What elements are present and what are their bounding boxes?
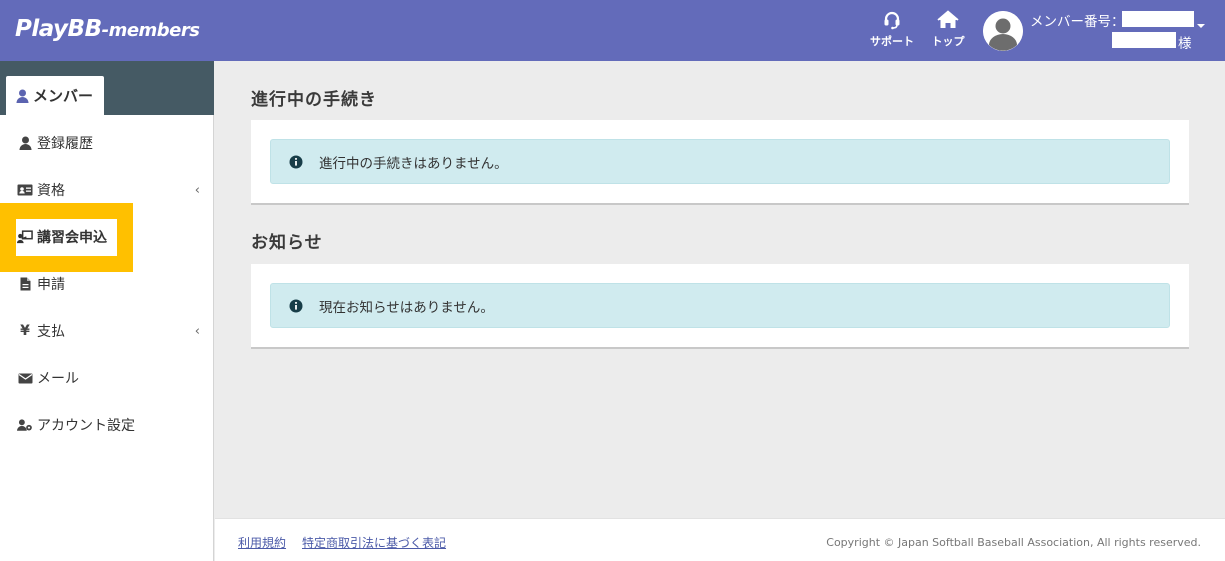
member-number-label: メンバー番号： xyxy=(1030,14,1125,30)
info-circle-icon xyxy=(289,155,303,169)
notices-card: 現在お知らせはありません。 xyxy=(251,264,1189,349)
sidebar-item-account-settings[interactable]: アカウント設定 xyxy=(0,402,214,448)
user-icon xyxy=(17,136,33,150)
honorific: 様 xyxy=(1178,36,1192,52)
sidebar-item-application[interactable]: 申請 xyxy=(0,261,214,307)
sidebar-item-mail[interactable]: メール xyxy=(0,355,214,401)
copyright: Copyright © Japan Softball Baseball Asso… xyxy=(826,536,1201,549)
member-number-redacted xyxy=(1122,11,1194,27)
support-button[interactable]: サポート xyxy=(870,10,914,49)
info-alert: 現在お知らせはありません。 xyxy=(270,283,1170,328)
file-icon xyxy=(17,277,33,291)
site-logo[interactable]: PlayBB-members xyxy=(15,16,200,42)
user-icon xyxy=(16,89,29,103)
footer: 利用規約 特定商取引法に基づく表記 Copyright © Japan Soft… xyxy=(215,518,1225,561)
sidebar-tab-bar: メンバー xyxy=(0,61,214,115)
sidebar: メンバー 登録履歴 資格 ‹ 講習会申込 申請 ¥ 支払 ‹ メール アカウント… xyxy=(0,61,214,561)
chevron-left-icon: ‹ xyxy=(194,183,200,198)
chevron-left-icon: ‹ xyxy=(194,324,200,339)
info-circle-icon xyxy=(289,299,303,313)
section-title-notices: お知らせ xyxy=(251,233,323,253)
chalkboard-teacher-icon xyxy=(17,230,33,244)
main-content: 進行中の手続き 進行中の手続きはありません。 お知らせ 現在お知らせはありません… xyxy=(215,61,1225,518)
account-dropdown-caret[interactable] xyxy=(1197,24,1205,28)
home-button[interactable]: トップ xyxy=(930,10,966,49)
sidebar-item-registration-history[interactable]: 登録履歴 xyxy=(0,120,214,166)
id-card-icon xyxy=(17,184,33,196)
section-title-in-progress: 進行中の手続き xyxy=(251,90,377,110)
sidebar-item-payment[interactable]: ¥ 支払 ‹ xyxy=(0,308,214,354)
sidebar-item-seminar-application[interactable]: 講習会申込 xyxy=(0,214,214,260)
terms-link[interactable]: 利用規約 xyxy=(238,534,286,551)
commercial-transactions-link[interactable]: 特定商取引法に基づく表記 xyxy=(302,534,446,551)
in-progress-card: 進行中の手続きはありません。 xyxy=(251,120,1189,205)
user-cog-icon xyxy=(17,418,33,432)
top-header: PlayBB-members サポート トップ メンバー番号： 様 xyxy=(0,0,1225,61)
home-icon xyxy=(930,10,966,32)
user-avatar-icon xyxy=(983,11,1023,51)
headset-icon xyxy=(870,10,914,32)
member-name-redacted xyxy=(1112,32,1176,48)
envelope-icon xyxy=(17,373,33,384)
yen-icon: ¥ xyxy=(20,323,30,339)
info-alert: 進行中の手続きはありません。 xyxy=(270,139,1170,184)
avatar[interactable] xyxy=(983,11,1023,51)
sidebar-item-qualification[interactable]: 資格 ‹ xyxy=(0,167,214,213)
tab-member[interactable]: メンバー xyxy=(6,76,104,115)
